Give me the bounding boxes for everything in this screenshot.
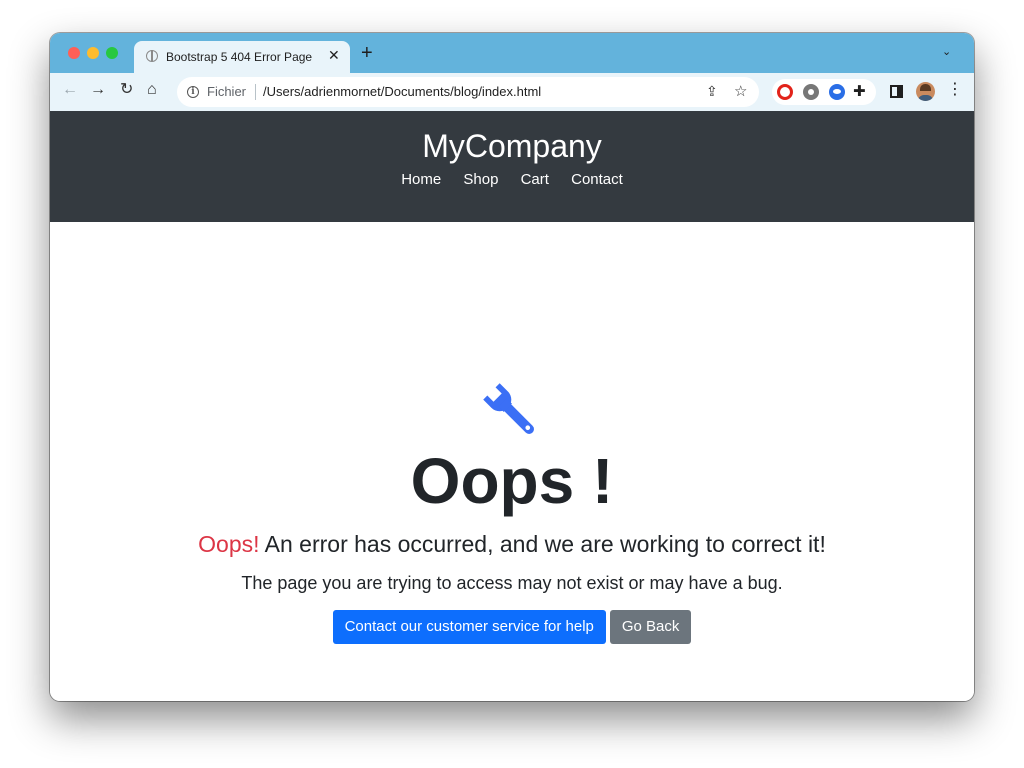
globe-icon bbox=[146, 50, 158, 62]
new-tab-button[interactable]: + bbox=[361, 43, 373, 63]
side-panel-icon[interactable] bbox=[890, 85, 903, 98]
share-icon[interactable]: ⇪ bbox=[706, 83, 718, 100]
reload-icon[interactable]: ↻ bbox=[120, 82, 133, 98]
nav-home-link[interactable]: Home bbox=[401, 171, 441, 188]
forward-icon[interactable]: → bbox=[90, 82, 106, 98]
site-nav: Home Shop Cart Contact bbox=[50, 171, 974, 188]
tab-strip: Bootstrap 5 404 Error Page ✕ + ⌄ bbox=[50, 33, 974, 73]
error-block: Oops ! Oops! An error has occurred, and … bbox=[50, 381, 974, 644]
address-bar[interactable]: i Fichier /Users/adrienmornet/Documents/… bbox=[177, 77, 759, 107]
active-tab[interactable]: Bootstrap 5 404 Error Page ✕ bbox=[134, 41, 350, 73]
url-path[interactable]: /Users/adrienmornet/Documents/blog/index… bbox=[263, 84, 541, 99]
browser-window: Bootstrap 5 404 Error Page ✕ + ⌄ ← → ↻ ⌂… bbox=[50, 33, 974, 701]
nav-contact-link[interactable]: Contact bbox=[571, 171, 623, 188]
go-back-button[interactable]: Go Back bbox=[609, 610, 692, 644]
site-header: MyCompany Home Shop Cart Contact bbox=[50, 111, 974, 222]
home-icon[interactable]: ⌂ bbox=[147, 82, 157, 98]
error-subtext: The page you are trying to access may no… bbox=[241, 573, 783, 593]
extensions-group: ✚ bbox=[772, 79, 876, 105]
eye-extension-icon[interactable] bbox=[829, 84, 845, 100]
browser-toolbar: ← → ↻ ⌂ i Fichier /Users/adrienmornet/Do… bbox=[50, 73, 974, 111]
error-lead: Oops! An error has occurred, and we are … bbox=[50, 529, 974, 559]
url-divider bbox=[255, 84, 256, 100]
url-scheme: Fichier bbox=[207, 84, 247, 99]
error-title: Oops ! bbox=[410, 445, 614, 517]
brand-title: MyCompany bbox=[422, 128, 602, 164]
profile-avatar[interactable] bbox=[916, 82, 935, 101]
minimize-window-button[interactable] bbox=[87, 47, 99, 59]
kebab-menu-icon[interactable]: ⋮ bbox=[947, 82, 963, 98]
info-icon[interactable]: i bbox=[187, 86, 199, 98]
star-icon[interactable]: ☆ bbox=[734, 82, 747, 100]
tab-search-chevron-icon[interactable]: ⌄ bbox=[942, 45, 951, 58]
nav-cart-link[interactable]: Cart bbox=[521, 171, 549, 188]
nav-shop-link[interactable]: Shop bbox=[463, 171, 498, 188]
tab-title: Bootstrap 5 404 Error Page bbox=[166, 50, 313, 64]
contact-support-button[interactable]: Contact our customer service for help bbox=[332, 610, 606, 644]
button-row: Contact our customer service for help Go … bbox=[50, 610, 974, 644]
gear-extension-icon[interactable] bbox=[803, 84, 819, 100]
page-content: MyCompany Home Shop Cart Contact Oops ! … bbox=[50, 111, 974, 701]
back-icon[interactable]: ← bbox=[62, 82, 78, 98]
error-lead-text: An error has occurred, and we are workin… bbox=[259, 531, 826, 557]
wrench-icon bbox=[483, 383, 534, 434]
puzzle-extension-icon[interactable]: ✚ bbox=[853, 82, 866, 100]
error-lead-accent: Oops! bbox=[198, 531, 260, 557]
tab-close-icon[interactable]: ✕ bbox=[328, 48, 340, 62]
close-window-button[interactable] bbox=[68, 47, 80, 59]
opera-extension-icon[interactable] bbox=[777, 84, 793, 100]
maximize-window-button[interactable] bbox=[106, 47, 118, 59]
